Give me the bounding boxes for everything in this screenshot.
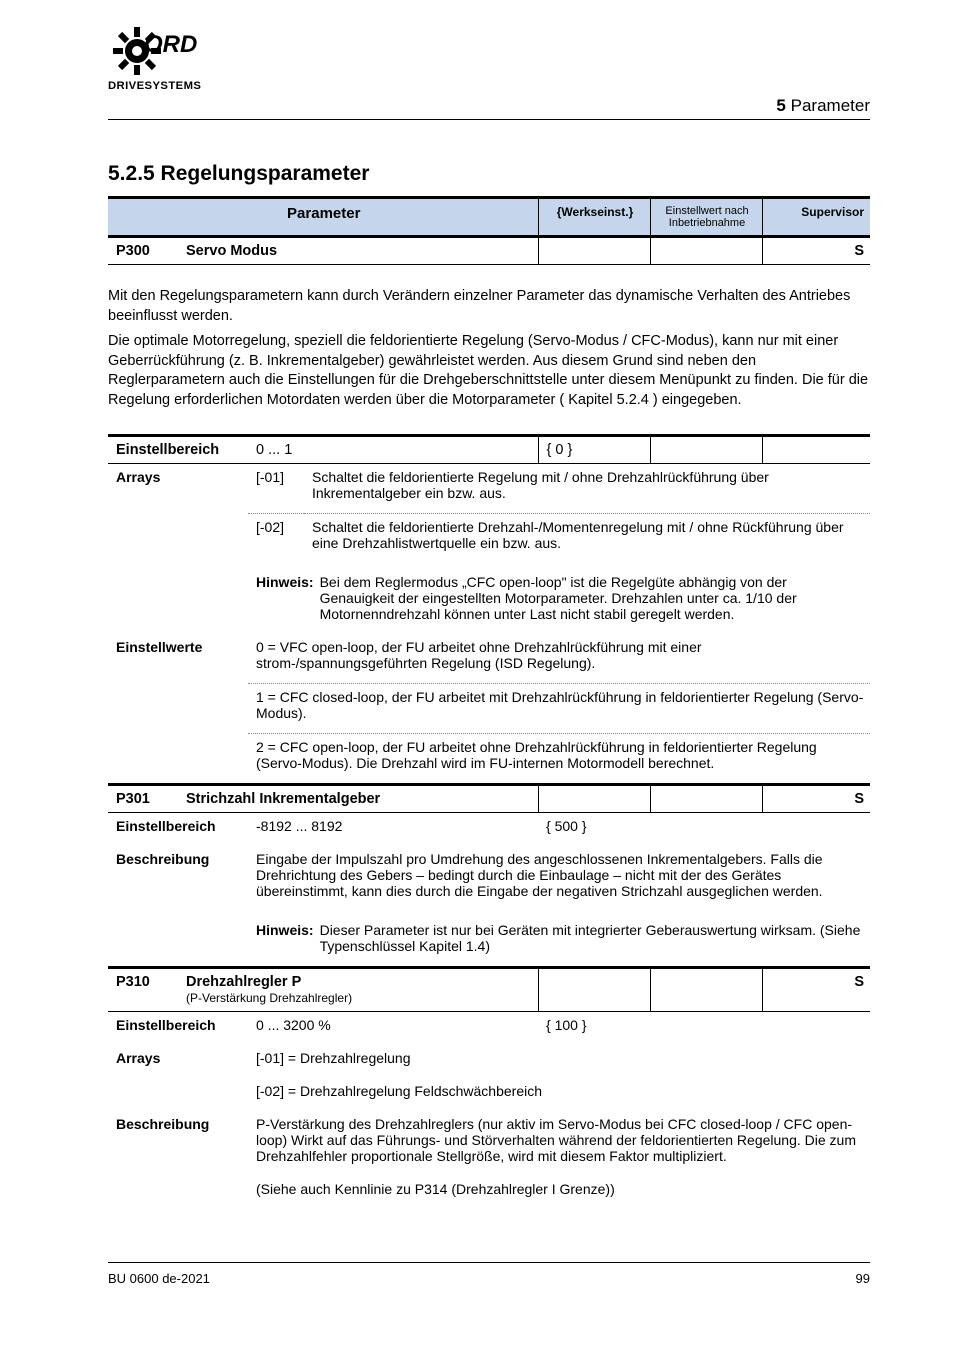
column-header-strip: Parameter {Werkseinst.} Einstellwert nac…	[108, 199, 870, 235]
page-footer: BU 0600 de-2021 99	[108, 1262, 870, 1286]
p301-code: P301	[108, 786, 178, 812]
p310-subtitle: (P-Verstärkung Drehzahlregler)	[186, 991, 352, 1005]
svg-text:ORD: ORD	[144, 31, 197, 58]
p300-title: Servo Modus	[178, 238, 538, 264]
page-header: 5 Parameter	[108, 96, 870, 120]
footer-doc-id: BU 0600 de-2021	[108, 1271, 210, 1286]
p301-title: Strichzahl Inkrementalgeber	[178, 786, 538, 812]
section-heading: 5.2.5 Regelungsparameter	[108, 162, 870, 186]
param-p300-head2: Einstellbereich 0 ... 1 { 0 }	[108, 437, 870, 463]
col-parameter: Parameter	[108, 199, 538, 235]
col-supervisor: Supervisor	[762, 199, 870, 235]
param-p300-head: P300 Servo Modus S	[108, 238, 870, 264]
p310-code: P310	[108, 969, 178, 1011]
p300-note: Hinweis: Bei dem Reglermodus „CFC open-l…	[256, 574, 864, 622]
param-p310-head: P310 Drehzahlregler P (P-Verstärkung Dre…	[108, 969, 870, 1011]
p310-see-also: (Siehe auch Kennlinie zu P314 (Drehzahlr…	[248, 1176, 870, 1209]
svg-text:DRIVESYSTEMS: DRIVESYSTEMS	[108, 80, 201, 92]
p300-arrays: Arrays [-01] Schaltet die feldorientiert…	[108, 464, 870, 634]
p300-values: Einstellwerte 0 = VFC open-loop, der FU …	[108, 634, 870, 783]
footer-page-num: 99	[856, 1271, 870, 1286]
p310-title: Drehzahlregler P	[186, 974, 301, 990]
intro-p1: Mit den Regelungsparametern kann durch V…	[108, 287, 870, 326]
header-section-title: Parameter	[791, 96, 870, 115]
p300-supervisor: S	[762, 238, 870, 264]
p301-note: Hinweis: Dieser Parameter ist nur bei Ge…	[256, 922, 864, 954]
p300-code: P300	[108, 238, 178, 264]
param-p301-head: P301 Strichzahl Inkrementalgeber S	[108, 786, 870, 812]
p310-body: Einstellbereich 0 ... 3200 % { 100 } Arr…	[108, 1012, 870, 1209]
intro-p2: Die optimale Motorregelung, speziell die…	[108, 332, 870, 410]
col-default: {Werkseinst.}	[538, 199, 650, 235]
header-section-num: 5	[776, 96, 785, 115]
col-after-comm: Einstellwert nach Inbetriebnahme	[650, 199, 762, 235]
brand-logo: ORD DRIVESYSTEMS	[108, 26, 870, 92]
p301-body: Einstellbereich -8192 ... 8192 { 500 } B…	[108, 813, 870, 966]
